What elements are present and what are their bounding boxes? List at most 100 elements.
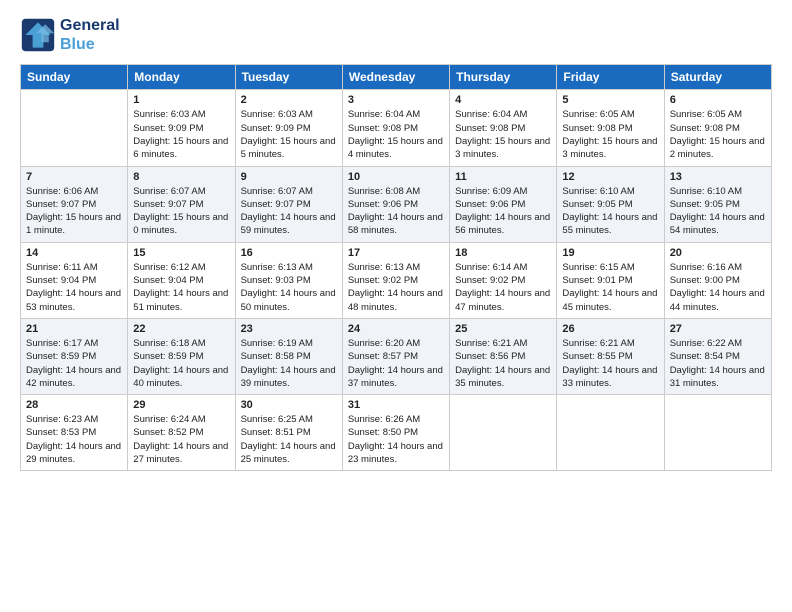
calendar-day-cell: [450, 395, 557, 471]
daylight-text: Daylight: 14 hours and 53 minutes.: [26, 288, 121, 312]
sunrise-text: Sunrise: 6:03 AM: [133, 109, 205, 120]
day-number: 28: [26, 399, 122, 411]
calendar-day-cell: 20 Sunrise: 6:16 AM Sunset: 9:00 PM Dayl…: [664, 242, 771, 318]
weekday-header: Wednesday: [342, 65, 449, 90]
day-info: Sunrise: 6:03 AM Sunset: 9:09 PM Dayligh…: [241, 108, 337, 161]
sunset-text: Sunset: 8:57 PM: [348, 351, 418, 362]
calendar-day-cell: 22 Sunrise: 6:18 AM Sunset: 8:59 PM Dayl…: [128, 318, 235, 394]
sunrise-text: Sunrise: 6:10 AM: [670, 186, 742, 197]
daylight-text: Daylight: 14 hours and 25 minutes.: [241, 441, 336, 465]
day-number: 25: [455, 323, 551, 335]
sunset-text: Sunset: 9:02 PM: [455, 275, 525, 286]
sunrise-text: Sunrise: 6:23 AM: [26, 414, 98, 425]
sunset-text: Sunset: 9:00 PM: [670, 275, 740, 286]
daylight-text: Daylight: 15 hours and 0 minutes.: [133, 212, 228, 236]
day-info: Sunrise: 6:09 AM Sunset: 9:06 PM Dayligh…: [455, 185, 551, 238]
calendar-day-cell: 28 Sunrise: 6:23 AM Sunset: 8:53 PM Dayl…: [21, 395, 128, 471]
day-info: Sunrise: 6:07 AM Sunset: 9:07 PM Dayligh…: [133, 185, 229, 238]
sunset-text: Sunset: 9:09 PM: [241, 123, 311, 134]
daylight-text: Daylight: 14 hours and 33 minutes.: [562, 365, 657, 389]
day-number: 22: [133, 323, 229, 335]
daylight-text: Daylight: 14 hours and 55 minutes.: [562, 212, 657, 236]
calendar-day-cell: 3 Sunrise: 6:04 AM Sunset: 9:08 PM Dayli…: [342, 90, 449, 166]
day-number: 9: [241, 171, 337, 183]
sunset-text: Sunset: 9:08 PM: [562, 123, 632, 134]
day-number: 1: [133, 94, 229, 106]
sunset-text: Sunset: 9:06 PM: [348, 199, 418, 210]
sunrise-text: Sunrise: 6:14 AM: [455, 262, 527, 273]
calendar-day-cell: 29 Sunrise: 6:24 AM Sunset: 8:52 PM Dayl…: [128, 395, 235, 471]
sunrise-text: Sunrise: 6:18 AM: [133, 338, 205, 349]
sunrise-text: Sunrise: 6:21 AM: [562, 338, 634, 349]
day-number: 18: [455, 247, 551, 259]
day-info: Sunrise: 6:04 AM Sunset: 9:08 PM Dayligh…: [348, 108, 444, 161]
day-number: 14: [26, 247, 122, 259]
sunset-text: Sunset: 8:55 PM: [562, 351, 632, 362]
day-info: Sunrise: 6:25 AM Sunset: 8:51 PM Dayligh…: [241, 413, 337, 466]
sunset-text: Sunset: 8:56 PM: [455, 351, 525, 362]
daylight-text: Daylight: 15 hours and 1 minute.: [26, 212, 121, 236]
day-number: 21: [26, 323, 122, 335]
day-number: 15: [133, 247, 229, 259]
logo-icon: [20, 17, 56, 53]
day-info: Sunrise: 6:05 AM Sunset: 9:08 PM Dayligh…: [562, 108, 658, 161]
weekday-header: Sunday: [21, 65, 128, 90]
daylight-text: Daylight: 14 hours and 31 minutes.: [670, 365, 765, 389]
calendar-day-cell: 11 Sunrise: 6:09 AM Sunset: 9:06 PM Dayl…: [450, 166, 557, 242]
sunset-text: Sunset: 8:59 PM: [133, 351, 203, 362]
sunset-text: Sunset: 8:54 PM: [670, 351, 740, 362]
calendar-week-row: 1 Sunrise: 6:03 AM Sunset: 9:09 PM Dayli…: [21, 90, 772, 166]
weekday-header: Friday: [557, 65, 664, 90]
calendar-day-cell: 1 Sunrise: 6:03 AM Sunset: 9:09 PM Dayli…: [128, 90, 235, 166]
daylight-text: Daylight: 15 hours and 6 minutes.: [133, 136, 228, 160]
sunrise-text: Sunrise: 6:07 AM: [241, 186, 313, 197]
calendar-day-cell: 31 Sunrise: 6:26 AM Sunset: 8:50 PM Dayl…: [342, 395, 449, 471]
calendar-week-row: 7 Sunrise: 6:06 AM Sunset: 9:07 PM Dayli…: [21, 166, 772, 242]
sunset-text: Sunset: 9:04 PM: [26, 275, 96, 286]
logo: General Blue: [20, 16, 120, 54]
daylight-text: Daylight: 14 hours and 51 minutes.: [133, 288, 228, 312]
calendar-day-cell: 10 Sunrise: 6:08 AM Sunset: 9:06 PM Dayl…: [342, 166, 449, 242]
sunset-text: Sunset: 8:58 PM: [241, 351, 311, 362]
calendar-week-row: 21 Sunrise: 6:17 AM Sunset: 8:59 PM Dayl…: [21, 318, 772, 394]
day-info: Sunrise: 6:13 AM Sunset: 9:03 PM Dayligh…: [241, 261, 337, 314]
calendar-day-cell: 4 Sunrise: 6:04 AM Sunset: 9:08 PM Dayli…: [450, 90, 557, 166]
day-info: Sunrise: 6:16 AM Sunset: 9:00 PM Dayligh…: [670, 261, 766, 314]
sunset-text: Sunset: 8:50 PM: [348, 427, 418, 438]
daylight-text: Daylight: 14 hours and 47 minutes.: [455, 288, 550, 312]
sunset-text: Sunset: 9:08 PM: [455, 123, 525, 134]
day-info: Sunrise: 6:07 AM Sunset: 9:07 PM Dayligh…: [241, 185, 337, 238]
calendar-day-cell: 16 Sunrise: 6:13 AM Sunset: 9:03 PM Dayl…: [235, 242, 342, 318]
sunrise-text: Sunrise: 6:04 AM: [348, 109, 420, 120]
day-number: 5: [562, 94, 658, 106]
day-info: Sunrise: 6:24 AM Sunset: 8:52 PM Dayligh…: [133, 413, 229, 466]
day-number: 3: [348, 94, 444, 106]
calendar-day-cell: 6 Sunrise: 6:05 AM Sunset: 9:08 PM Dayli…: [664, 90, 771, 166]
day-info: Sunrise: 6:04 AM Sunset: 9:08 PM Dayligh…: [455, 108, 551, 161]
daylight-text: Daylight: 14 hours and 59 minutes.: [241, 212, 336, 236]
calendar-day-cell: 13 Sunrise: 6:10 AM Sunset: 9:05 PM Dayl…: [664, 166, 771, 242]
daylight-text: Daylight: 15 hours and 3 minutes.: [562, 136, 657, 160]
daylight-text: Daylight: 15 hours and 4 minutes.: [348, 136, 443, 160]
weekday-header-row: SundayMondayTuesdayWednesdayThursdayFrid…: [21, 65, 772, 90]
sunrise-text: Sunrise: 6:10 AM: [562, 186, 634, 197]
calendar-day-cell: 24 Sunrise: 6:20 AM Sunset: 8:57 PM Dayl…: [342, 318, 449, 394]
sunset-text: Sunset: 9:07 PM: [133, 199, 203, 210]
day-number: 31: [348, 399, 444, 411]
day-number: 20: [670, 247, 766, 259]
header: General Blue: [20, 16, 772, 54]
day-info: Sunrise: 6:15 AM Sunset: 9:01 PM Dayligh…: [562, 261, 658, 314]
sunrise-text: Sunrise: 6:21 AM: [455, 338, 527, 349]
day-info: Sunrise: 6:20 AM Sunset: 8:57 PM Dayligh…: [348, 337, 444, 390]
day-number: 17: [348, 247, 444, 259]
daylight-text: Daylight: 14 hours and 35 minutes.: [455, 365, 550, 389]
sunrise-text: Sunrise: 6:16 AM: [670, 262, 742, 273]
daylight-text: Daylight: 14 hours and 50 minutes.: [241, 288, 336, 312]
day-number: 26: [562, 323, 658, 335]
sunrise-text: Sunrise: 6:15 AM: [562, 262, 634, 273]
day-number: 19: [562, 247, 658, 259]
daylight-text: Daylight: 15 hours and 2 minutes.: [670, 136, 765, 160]
daylight-text: Daylight: 14 hours and 27 minutes.: [133, 441, 228, 465]
weekday-header: Monday: [128, 65, 235, 90]
sunrise-text: Sunrise: 6:09 AM: [455, 186, 527, 197]
